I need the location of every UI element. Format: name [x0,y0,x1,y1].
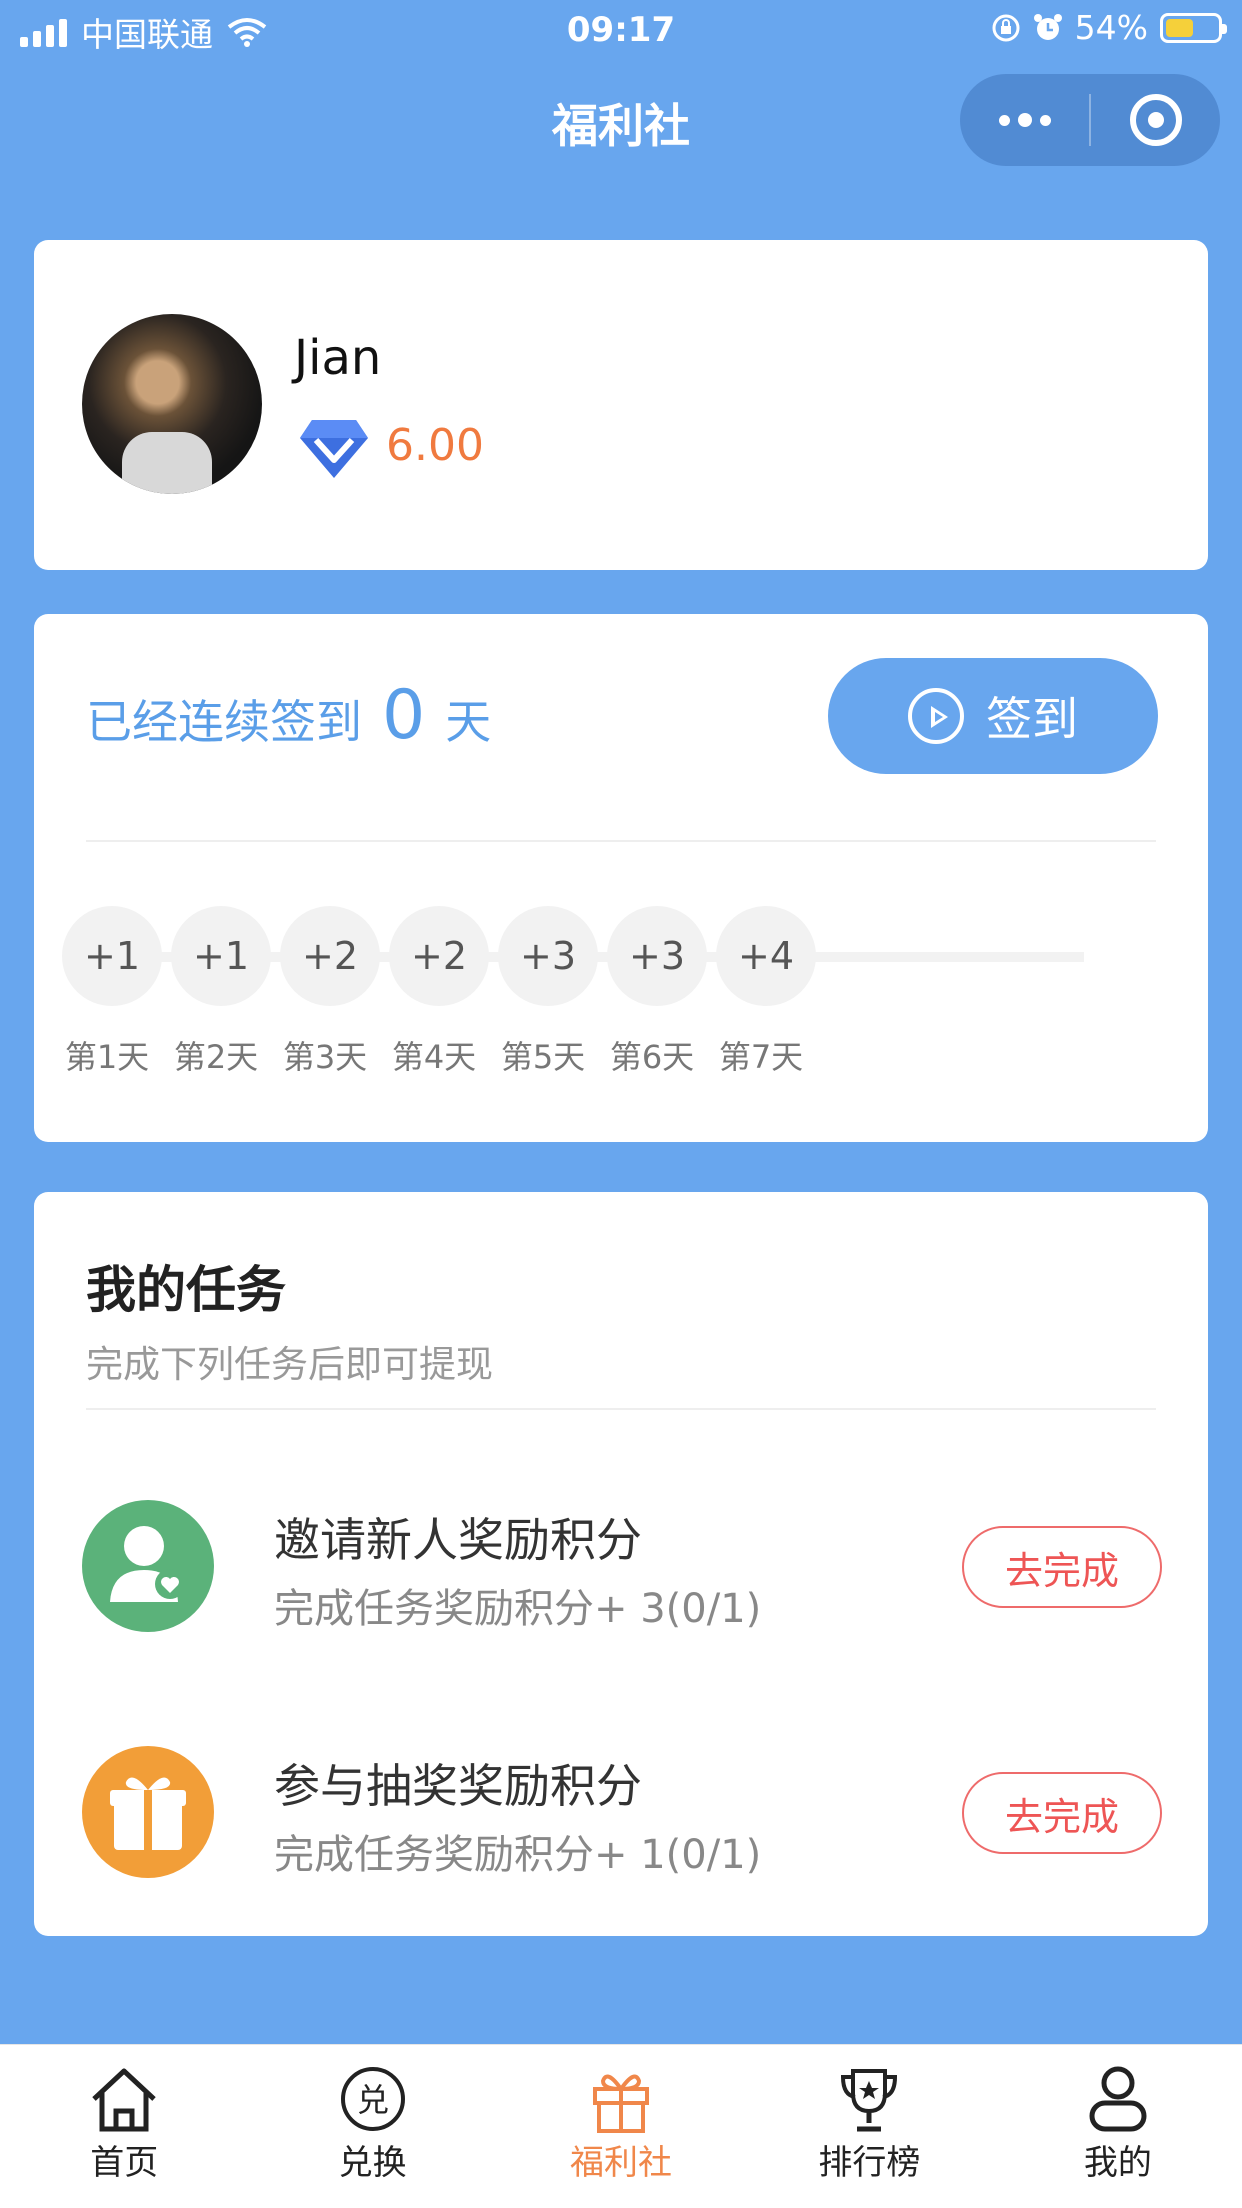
tab-home[interactable]: 首页 [0,2045,248,2208]
trophy-icon [841,2069,898,2132]
points-value: 6.00 [386,420,484,471]
tab-label: 福利社 [570,2143,673,2183]
signin-button-label: 签到 [986,692,1078,746]
lock-rotation-icon [992,14,1020,41]
day-label: 第2天 [173,1038,259,1076]
avatar[interactable] [82,314,262,494]
tasks-title: 我的任务 [86,1261,286,1319]
tab-label: 兑换 [338,2143,407,2183]
task-desc: 完成任务奖励积分+ 1(0/1) [274,1832,762,1878]
task-title: 参与抽奖奖励积分 [274,1759,642,1813]
day-bonus-badge: +4 [716,906,816,1006]
more-button[interactable] [960,74,1089,166]
tab-bar: 首页 兑 兑换 福利社 排行榜 我的 [0,2044,1242,2208]
day-bonus-badge: +3 [498,906,598,1006]
day-bonus-badge: +2 [389,906,489,1006]
tasks-card: 我的任务 完成下列任务后即可提现 邀请新人奖励积分 完成任务奖励积分+ 3(0/… [34,1192,1208,1936]
task-desc: 完成任务奖励积分+ 3(0/1) [274,1586,762,1632]
gift-icon [82,1746,214,1878]
tab-label: 排行榜 [818,2143,921,2183]
tasks-subtitle: 完成下列任务后即可提现 [86,1343,493,1386]
task-complete-button[interactable]: 去完成 [962,1772,1162,1854]
user-icon [1089,2066,1147,2132]
profile-card: Jian 6.00 [34,240,1208,570]
day-label: 第5天 [500,1038,586,1076]
gift-icon [593,2074,650,2133]
task-complete-button[interactable]: 去完成 [962,1526,1162,1608]
divider [86,840,1156,842]
close-miniprogram-button[interactable] [1091,74,1220,166]
diamond-icon [300,420,368,478]
status-bar: 中国联通 09:17 54% [0,0,1242,62]
alarm-icon [1033,13,1062,40]
battery-percent: 54% [1074,8,1148,47]
streak-count: 0 [382,676,426,755]
streak-label: 已经连续签到 [86,695,362,749]
tab-ranking[interactable]: 排行榜 [745,2045,993,2208]
invite-user-icon [82,1500,214,1632]
more-dots-icon [998,113,1051,127]
tab-label: 首页 [90,2143,159,2183]
svg-text:兑: 兑 [357,2081,389,2119]
divider [86,1408,1156,1410]
day-label: 第1天 [64,1038,150,1076]
target-circle-icon [1129,94,1182,146]
task-title: 邀请新人奖励积分 [274,1513,642,1567]
signin-streak: 已经连续签到 0 天 [86,676,491,755]
signin-card: 已经连续签到 0 天 签到 +1 第1天 +1 第2天 +2 第3天 +2 第4天 +3 第5天 +… [34,614,1208,1142]
tab-exchange[interactable]: 兑 兑换 [248,2045,496,2208]
home-icon [92,2068,156,2132]
day-bonus-badge: +3 [607,906,707,1006]
signin-button[interactable]: 签到 [828,658,1158,774]
tab-welfare[interactable]: 福利社 [497,2045,745,2208]
tab-mine[interactable]: 我的 [994,2045,1242,2208]
miniprogram-capsule [960,74,1220,166]
user-name: Jian [294,330,382,386]
day-bonus-badge: +2 [280,906,380,1006]
day-label: 第4天 [391,1038,477,1076]
day-label: 第6天 [609,1038,695,1076]
day-bonus-badge: +1 [62,906,162,1006]
day-label: 第3天 [282,1038,368,1076]
play-icon [908,688,964,744]
streak-unit: 天 [445,695,492,749]
day-bonus-badge: +1 [171,906,271,1006]
day-label: 第7天 [718,1038,804,1076]
exchange-icon: 兑 [340,2067,405,2131]
battery-icon [1160,12,1227,43]
tab-label: 我的 [1083,2143,1152,2183]
